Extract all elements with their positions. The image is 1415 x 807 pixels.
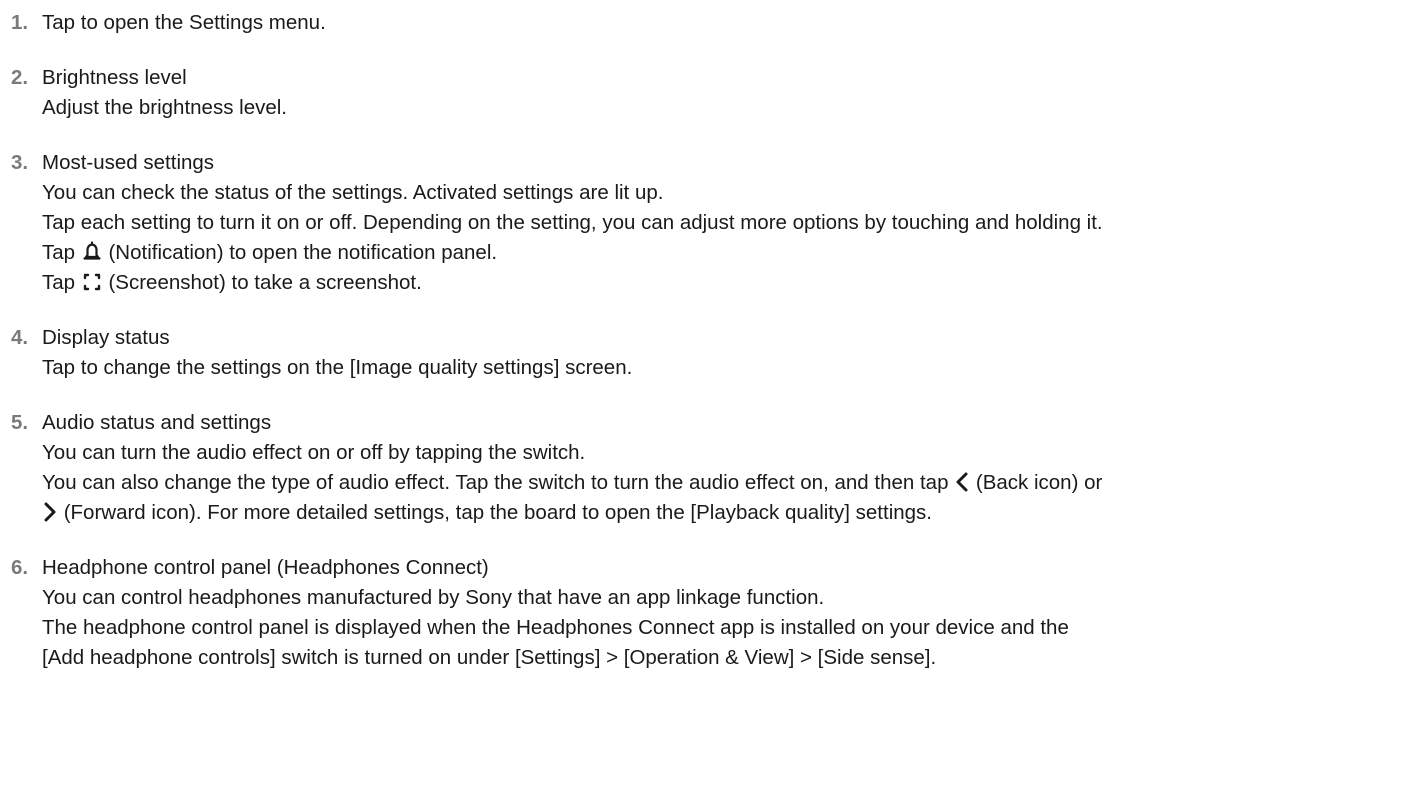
item-description: The headphone control panel is displayed… (42, 616, 1069, 639)
item-number: 2. (11, 66, 29, 89)
forward-icon-line-text: (Forward icon). For more detailed settin… (63, 501, 932, 524)
screenshot-icon (81, 271, 103, 293)
item-number: 4. (11, 326, 29, 349)
list-item-6: 6. Headphone control panel (Headphones C… (11, 553, 1405, 673)
bell-icon (81, 240, 103, 263)
item-description: You can turn the audio effect on or off … (42, 441, 586, 464)
list-item-4: 4. Display status Tap to change the sett… (11, 323, 1405, 383)
list-item-1: 1. Tap to open the Settings menu. (11, 8, 1405, 38)
item-title: Brightness level (42, 66, 187, 89)
list-item-5: 5. Audio status and settings You can tur… (11, 408, 1405, 528)
item-number: 3. (11, 151, 29, 174)
item-description: You can control headphones manufactured … (42, 586, 825, 609)
notification-line-prefix: Tap (42, 241, 76, 264)
instruction-list: 1. Tap to open the Settings menu. 2. Bri… (11, 8, 1405, 698)
forward-icon-line: (Forward icon). For more detailed settin… (42, 498, 1405, 528)
item-number: 6. (11, 556, 29, 579)
item-description: Adjust the brightness level. (42, 96, 287, 119)
item-description: Tap each setting to turn it on or off. D… (42, 211, 1103, 234)
item-number: 1. (11, 11, 29, 34)
notification-line-text: (Notification) to open the notification … (108, 241, 498, 264)
chevron-right-icon (42, 501, 58, 523)
back-icon-line: You can also change the type of audio ef… (42, 468, 1405, 498)
item-description: You can check the status of the settings… (42, 181, 664, 204)
chevron-left-icon (954, 471, 970, 493)
back-icon-line-suffix: (Back icon) or (975, 471, 1103, 494)
item-number: 5. (11, 411, 29, 434)
notification-line: Tap (Notification) to open the notificat… (42, 238, 1405, 268)
item-title: Tap to open the Settings menu. (42, 11, 326, 34)
item-description: [Add headphone controls] switch is turne… (42, 646, 937, 669)
list-item-2: 2. Brightness level Adjust the brightnes… (11, 63, 1405, 123)
screenshot-line-prefix: Tap (42, 271, 76, 294)
list-item-3: 3. Most-used settings You can check the … (11, 148, 1405, 298)
item-title: Audio status and settings (42, 411, 272, 434)
screenshot-line: Tap (Screenshot) to take a screenshot. (42, 268, 1405, 298)
item-title: Headphone control panel (Headphones Conn… (42, 556, 489, 579)
item-title: Most-used settings (42, 151, 215, 174)
back-icon-line-text: You can also change the type of audio ef… (42, 471, 949, 494)
item-title: Display status (42, 326, 170, 349)
screenshot-line-text: (Screenshot) to take a screenshot. (108, 271, 422, 294)
item-description: Tap to change the settings on the [Image… (42, 356, 633, 379)
